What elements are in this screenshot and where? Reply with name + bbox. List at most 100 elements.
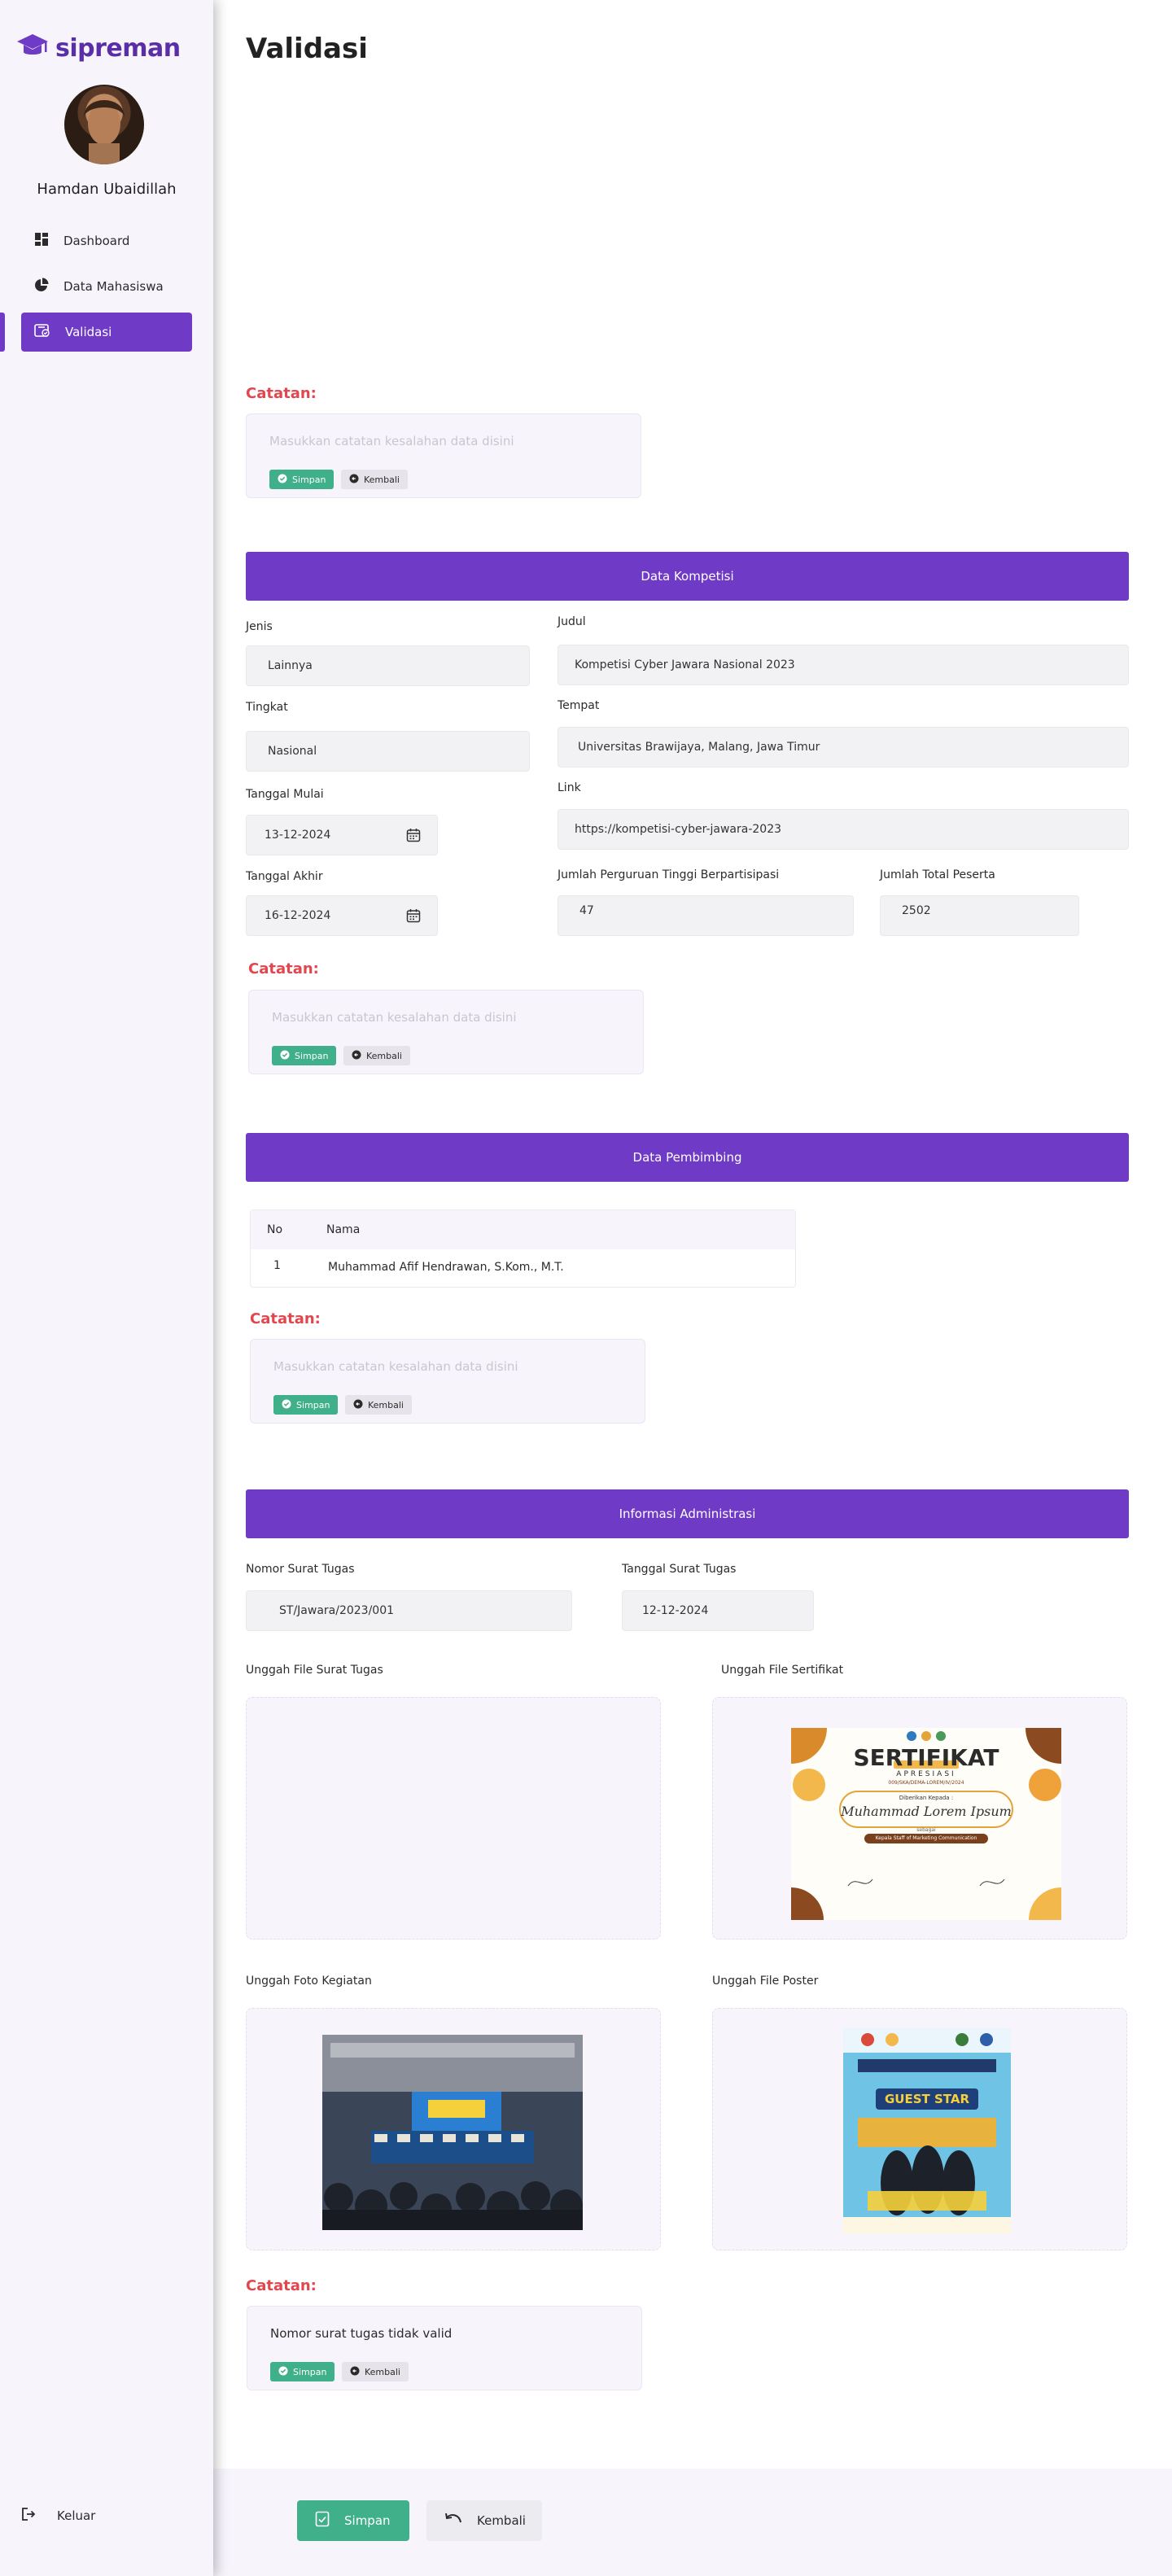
note-input[interactable]: Masukkan catatan kesalahan data disini: [272, 1010, 517, 1025]
tanggal-akhir-label: Tanggal Akhir: [246, 870, 323, 883]
poster-preview: GUEST STAR: [843, 2028, 1011, 2233]
dashboard-icon: [34, 232, 49, 250]
back-button[interactable]: Kembali: [426, 2500, 542, 2541]
nomor-surat-label: Nomor Surat Tugas: [246, 1563, 355, 1576]
judul-field[interactable]: Kompetisi Cyber Jawara Nasional 2023: [558, 645, 1129, 685]
back-label: Kembali: [365, 2366, 400, 2377]
column-header-no: No: [267, 1223, 283, 1236]
tingkat-field[interactable]: Nasional: [246, 731, 530, 772]
certificate-role: Kepala Staff of Marketing Communication: [875, 1835, 977, 1841]
note-label: Catatan:: [246, 2277, 317, 2294]
tempat-field[interactable]: Universitas Brawijaya, Malang, Jawa Timu…: [558, 727, 1129, 768]
tanggal-mulai-field[interactable]: 13-12-2024: [246, 815, 438, 855]
tanggal-mulai-value: 13-12-2024: [265, 829, 331, 842]
upload-sertifikat-dropzone[interactable]: SERTIFIKAT APRESIASI 009/SKA/DEMA-LOREM/…: [712, 1697, 1127, 1940]
back-label: Kembali: [364, 474, 400, 485]
save-button[interactable]: Simpan: [297, 2500, 409, 2541]
save-note-button[interactable]: Simpan: [273, 1395, 339, 1415]
save-label: Simpan: [296, 1399, 330, 1410]
save-note-button[interactable]: Simpan: [269, 470, 335, 489]
link-field[interactable]: https://kompetisi-cyber-jawara-2023: [558, 809, 1129, 850]
note-input[interactable]: Nomor surat tugas tidak valid: [270, 2326, 452, 2341]
jenis-label: Jenis: [246, 620, 273, 633]
brand-logo[interactable]: sipreman: [16, 33, 181, 63]
back-circle-icon: [349, 474, 359, 486]
sidebar-item-dashboard[interactable]: Dashboard: [21, 221, 192, 260]
back-label: Kembali: [366, 1050, 402, 1061]
back-circle-icon: [352, 1050, 361, 1062]
table-header: No Nama: [251, 1210, 795, 1249]
logout-icon: [21, 2507, 36, 2525]
back-circle-icon: [353, 1399, 363, 1411]
check-circle-icon: [280, 1050, 290, 1062]
note-input[interactable]: Masukkan catatan kesalahan data disini: [273, 1359, 518, 1374]
certificate-given-to: Diberikan Kepada :: [899, 1795, 954, 1801]
back-note-button[interactable]: Kembali: [343, 1046, 410, 1065]
calendar-icon[interactable]: [406, 908, 421, 926]
save-note-button[interactable]: Simpan: [270, 2362, 335, 2381]
back-note-button[interactable]: Kembali: [342, 2362, 409, 2381]
back-label: Kembali: [368, 1399, 404, 1410]
nomor-surat-field[interactable]: ST/Jawara/2023/001: [246, 1590, 572, 1631]
tanggal-mulai-label: Tanggal Mulai: [246, 788, 324, 801]
upload-surat-label: Unggah File Surat Tugas: [246, 1664, 383, 1677]
avatar: [64, 85, 144, 164]
jumlah-pt-field[interactable]: 47: [558, 895, 854, 936]
pembimbing-table: No Nama 1 Muhammad Afif Hendrawan, S.Kom…: [250, 1209, 796, 1288]
judul-label: Judul: [558, 615, 586, 628]
back-note-button[interactable]: Kembali: [345, 1395, 412, 1415]
graduation-cap-icon: [16, 33, 49, 63]
save-note-button[interactable]: Simpan: [272, 1046, 337, 1065]
upload-surat-dropzone[interactable]: [246, 1697, 661, 1940]
undo-icon: [444, 2512, 462, 2530]
column-header-nama: Nama: [326, 1223, 361, 1236]
section-header-pembimbing: Data Pembimbing: [246, 1133, 1129, 1182]
tempat-label: Tempat: [558, 699, 600, 712]
tanggal-surat-field[interactable]: 12-12-2024: [622, 1590, 814, 1631]
tanggal-surat-label: Tanggal Surat Tugas: [622, 1563, 737, 1576]
upload-foto-dropzone[interactable]: [246, 2008, 661, 2250]
tingkat-label: Tingkat: [246, 701, 288, 714]
sidebar-item-label: Data Mahasiswa: [63, 279, 164, 294]
upload-poster-label: Unggah File Poster: [712, 1975, 819, 1988]
user-name: Hamdan Ubaidillah: [37, 181, 177, 198]
sidebar-item-label: Validasi: [65, 325, 112, 339]
active-indicator: [0, 313, 5, 352]
page-title: Validasi: [246, 33, 368, 65]
sidebar-item-validasi[interactable]: Validasi: [21, 313, 192, 352]
save-button-label: Simpan: [344, 2513, 391, 2528]
note-label: Catatan:: [246, 385, 317, 402]
note-box: Masukkan catatan kesalahan data disini S…: [250, 1339, 645, 1424]
logout-label: Keluar: [57, 2508, 96, 2523]
tanggal-akhir-value: 16-12-2024: [265, 909, 331, 922]
check-circle-icon: [278, 2366, 288, 2378]
calendar-icon[interactable]: [406, 828, 421, 846]
certificate-number: 009/SKA/DEMA-LOREM/IV/2024: [888, 1780, 964, 1786]
note-label: Catatan:: [250, 1310, 321, 1327]
save-label: Simpan: [293, 2366, 327, 2377]
note-input[interactable]: Masukkan catatan kesalahan data disini: [269, 434, 514, 448]
link-label: Link: [558, 781, 581, 794]
back-note-button[interactable]: Kembali: [341, 470, 408, 489]
upload-foto-label: Unggah Foto Kegiatan: [246, 1975, 372, 1988]
sidebar-item-label: Dashboard: [63, 234, 130, 248]
certificate-subtitle: APRESIASI: [896, 1770, 956, 1778]
certificate-as-label: sebagai: [916, 1827, 936, 1833]
certificate-title: SERTIFIKAT: [853, 1744, 999, 1771]
jenis-field[interactable]: Lainnya: [246, 645, 530, 686]
sidebar-item-data-mahasiswa[interactable]: Data Mahasiswa: [21, 267, 192, 306]
certificate-recipient: Muhammad Lorem Ipsum: [841, 1804, 1012, 1819]
sidebar: sipreman Hamdan Ubaidillah Dashboard Dat…: [0, 0, 213, 2576]
section-header-kompetisi: Data Kompetisi: [246, 552, 1129, 601]
logout-button[interactable]: Keluar: [21, 2507, 95, 2525]
jumlah-peserta-field[interactable]: 2502: [880, 895, 1079, 936]
pie-chart-icon: [34, 278, 49, 295]
section-header-administrasi: Informasi Administrasi: [246, 1489, 1129, 1538]
check-circle-icon: [282, 1399, 291, 1411]
note-box: Masukkan catatan kesalahan data disini S…: [246, 413, 641, 498]
note-box: Nomor surat tugas tidak valid Simpan Kem…: [247, 2306, 642, 2390]
save-check-icon: [315, 2511, 330, 2530]
back-button-label: Kembali: [477, 2513, 526, 2528]
upload-poster-dropzone[interactable]: GUEST STAR: [712, 2008, 1127, 2250]
tanggal-akhir-field[interactable]: 16-12-2024: [246, 895, 438, 936]
